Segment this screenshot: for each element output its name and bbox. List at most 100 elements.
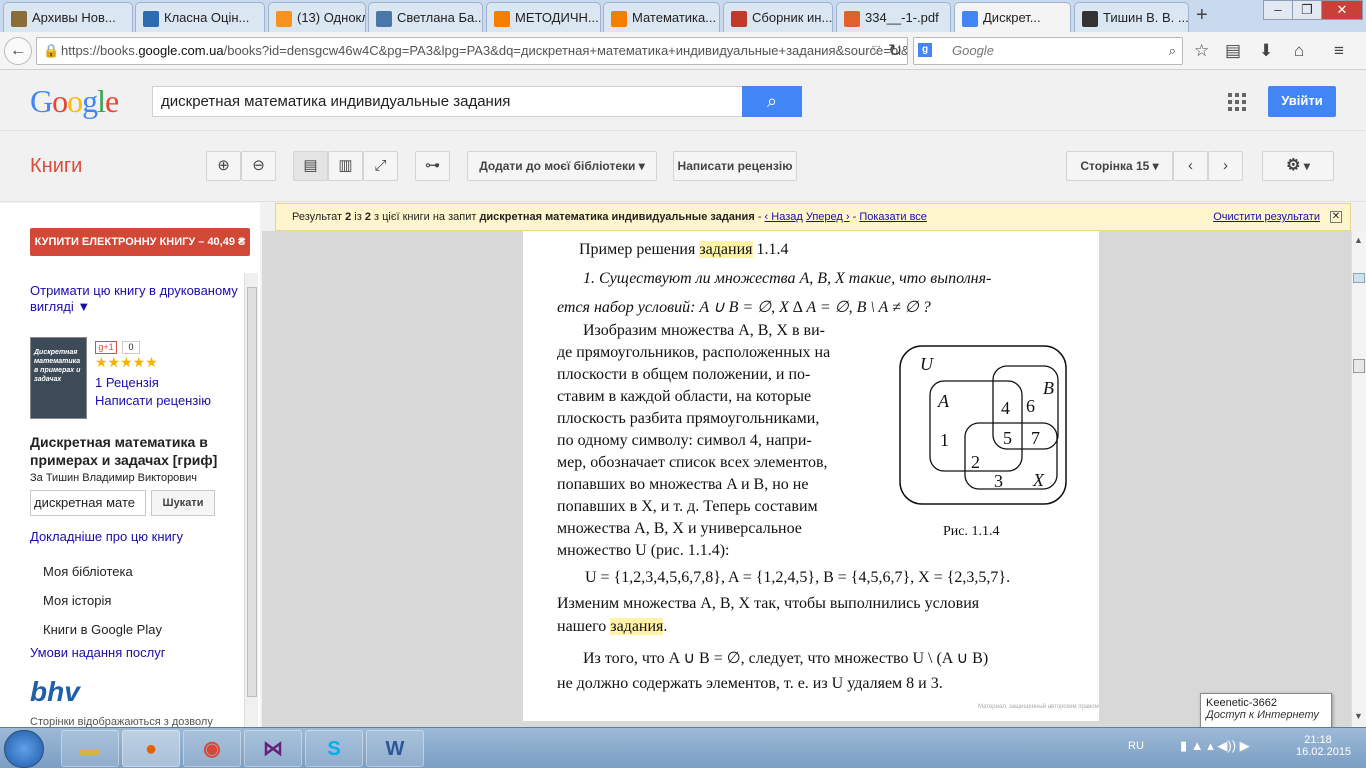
show-all-link[interactable]: Показати все: [859, 211, 927, 223]
start-button[interactable]: [4, 730, 44, 768]
sidebar-scrollbar[interactable]: [244, 273, 258, 727]
books-title[interactable]: Книги: [30, 155, 82, 178]
browser-tab[interactable]: 334__-1-.pdf: [836, 2, 951, 32]
google-logo[interactable]: Google: [30, 83, 119, 120]
back-button[interactable]: ←: [4, 37, 32, 65]
region-1: 1: [940, 430, 949, 450]
scroll-marker: [1353, 273, 1365, 283]
close-window-button[interactable]: ✕: [1321, 0, 1363, 20]
home-icon[interactable]: ⌂: [1294, 41, 1304, 61]
scroll-up-icon[interactable]: ▲: [1354, 235, 1363, 245]
tab-title: Математика...: [632, 10, 717, 25]
chevron-down-icon: ▾: [638, 159, 645, 173]
browser-tab[interactable]: Архивы Нов...: [3, 2, 133, 32]
new-tab-button[interactable]: +: [1196, 4, 1208, 27]
next-page-button[interactable]: ›: [1208, 151, 1243, 181]
sets-line: U = {1,2,3,4,5,6,7,8}, A = {1,2,4,5}, B …: [585, 569, 1011, 586]
clock[interactable]: 21:18 16.02.2015: [1296, 734, 1351, 758]
scrollbar-thumb[interactable]: [1353, 359, 1365, 373]
add-to-library-button[interactable]: Додати до моєї бібліотеки ▾: [467, 151, 657, 181]
search-placeholder: Google: [952, 43, 994, 58]
prev-result-link[interactable]: ‹ Назад: [765, 211, 803, 223]
figure-caption: Рис. 1.1.4: [943, 524, 1000, 539]
minimize-button[interactable]: –: [1263, 0, 1293, 20]
browser-tab[interactable]: Светлана Ба...: [368, 2, 483, 32]
write-review-link[interactable]: Написати рецензію: [95, 393, 211, 408]
book-page: Пример решения задания 1.1.4 1. Существу…: [523, 231, 1099, 721]
buy-ebook-button[interactable]: КУПИТИ ЕЛЕКТРОННУ КНИГУ – 40,49 ₴: [30, 228, 250, 256]
search-icon[interactable]: ⌕: [1169, 38, 1176, 64]
fullscreen-button[interactable]: ⤢: [363, 151, 398, 181]
browser-tab[interactable]: Дискрет...: [954, 2, 1071, 32]
word-icon[interactable]: W: [366, 730, 424, 767]
zoom-out-button[interactable]: ⊖: [241, 151, 276, 181]
paragraph-line: Изобразим множества A, B, X в ви-: [583, 322, 825, 339]
write-review-button[interactable]: Написати рецензію: [673, 151, 797, 181]
tray-icons[interactable]: ▮ ▲ ▴ ◀)) ▶: [1180, 738, 1250, 754]
clear-results-link[interactable]: Очистити результати: [1213, 204, 1320, 230]
heading-number: 1.1.4: [752, 241, 789, 258]
browser-tab[interactable]: Тишин В. В. ...: [1074, 2, 1189, 32]
reviews-link[interactable]: 1 Рецензія: [95, 375, 159, 390]
scroll-down-icon[interactable]: ▼: [1354, 711, 1363, 721]
link-button[interactable]: ⊶: [415, 151, 450, 181]
visual-studio-icon[interactable]: ⋈: [244, 730, 302, 767]
my-library-link[interactable]: Моя бібліотека: [43, 564, 133, 579]
address-bar[interactable]: 🔒 https://books.google.com.ua/books?id=d…: [36, 37, 908, 65]
viewer-scrollbar[interactable]: ▲ ▼: [1351, 231, 1366, 727]
paragraph-line: множество U (рис. 1.1.4):: [557, 542, 730, 559]
plus-count: 0: [122, 341, 140, 354]
my-history-link[interactable]: Моя історія: [43, 593, 111, 608]
school-icon: [143, 11, 159, 27]
heading-text: Пример решения: [579, 241, 700, 258]
browser-tab[interactable]: Математика...: [603, 2, 720, 32]
book-author: За Тишин Владимир Викторович: [30, 472, 198, 484]
explorer-icon[interactable]: ▬: [61, 730, 119, 767]
search-button[interactable]: ⌕: [742, 86, 802, 117]
page-select[interactable]: Сторінка 15 ▾: [1066, 151, 1173, 181]
single-page-button[interactable]: ▤: [293, 151, 328, 181]
prev-page-button[interactable]: ‹: [1173, 151, 1208, 181]
close-icon[interactable]: ✕: [1330, 211, 1342, 223]
signin-button[interactable]: Увійти: [1268, 86, 1336, 117]
maximize-button[interactable]: ❐: [1292, 0, 1322, 20]
skype-icon[interactable]: S: [305, 730, 363, 767]
gear-icon: ⚙: [1286, 157, 1301, 174]
terms-link[interactable]: Умови надання послуг: [30, 645, 165, 660]
publisher-logo[interactable]: bhv: [30, 676, 80, 708]
bookmarks-list-icon[interactable]: ▤: [1225, 41, 1241, 61]
menu-icon[interactable]: ≡: [1334, 41, 1344, 61]
downloads-icon[interactable]: ⬇: [1259, 41, 1273, 61]
more-about-link[interactable]: Докладніше про цю книгу: [30, 529, 183, 544]
sidebar-scrollbar-thumb[interactable]: [247, 287, 257, 697]
dropdown-icon[interactable]: ▽: [872, 43, 880, 56]
url-path: /books?id=densgcw46w4C&pg=PA3&lpg=PA3&dq…: [223, 43, 908, 58]
pages-note: Сторінки відображаються з дозволу: [30, 716, 213, 727]
blogger-icon: [494, 11, 510, 27]
two-page-button[interactable]: ▥: [328, 151, 363, 181]
book-cover[interactable]: Дискретная математика в примерах и задач…: [30, 337, 87, 419]
browser-tab[interactable]: Сборник ин...: [723, 2, 833, 32]
bookmark-star-icon[interactable]: ☆: [1194, 41, 1209, 61]
web-search-input[interactable]: g Google ⌕: [913, 37, 1183, 65]
next-result-link[interactable]: Уперед ›: [806, 211, 850, 223]
browser-tab[interactable]: МЕТОДИЧН...: [486, 2, 601, 32]
firefox-icon[interactable]: ●: [122, 730, 180, 767]
tab-title: МЕТОДИЧН...: [515, 10, 599, 25]
clock-time: 21:18: [1304, 734, 1332, 746]
chrome-icon[interactable]: ◉: [183, 730, 241, 767]
tab-title: Архивы Нов...: [32, 10, 116, 25]
language-indicator[interactable]: RU: [1128, 740, 1144, 752]
browser-tab[interactable]: (13) Однокл...: [268, 2, 366, 32]
zoom-in-button[interactable]: ⊕: [206, 151, 241, 181]
settings-button[interactable]: ⚙ ▾: [1262, 151, 1334, 181]
browser-tab[interactable]: Класна Оцін...: [135, 2, 265, 32]
book-search-input[interactable]: дискретная математика индивидуальные зад…: [152, 86, 744, 117]
play-books-link[interactable]: Книги в Google Play: [43, 622, 162, 637]
reload-icon[interactable]: ↻: [888, 41, 902, 61]
in-book-search-input[interactable]: дискретная мате: [30, 490, 146, 516]
print-book-link[interactable]: Отримати цю книгу в друкованому вигляді …: [30, 283, 245, 315]
apps-grid-icon[interactable]: [1228, 93, 1246, 111]
google-plus-button[interactable]: g+1: [95, 341, 117, 354]
in-book-search-button[interactable]: Шукати: [151, 490, 215, 516]
